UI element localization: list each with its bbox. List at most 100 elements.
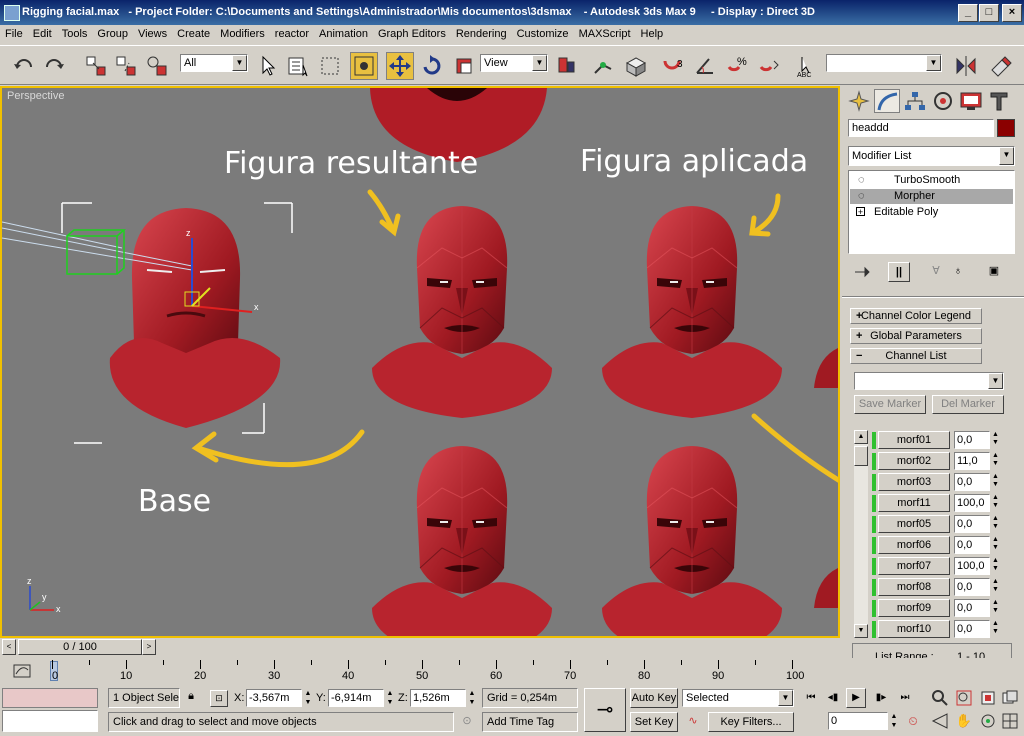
arc-rotate-icon[interactable] (978, 712, 998, 730)
unlink-selection-icon[interactable] (112, 52, 140, 80)
maxscript-listener-output[interactable] (2, 710, 98, 732)
set-key-icon[interactable]: ⊸ (584, 688, 626, 732)
select-and-scale-icon[interactable] (450, 52, 478, 80)
minimize-button[interactable]: _ (958, 4, 978, 22)
channel-button[interactable]: morf05 (878, 515, 950, 533)
channel-spinner-icon[interactable]: ▲ ▼ (991, 557, 1000, 575)
maxscript-listener-mini[interactable] (2, 688, 98, 708)
channel-spinner-icon[interactable]: ▲ ▼ (991, 452, 1000, 470)
mirror-icon[interactable] (952, 52, 980, 80)
select-and-move-icon[interactable] (386, 52, 414, 80)
save-marker-button[interactable]: Save Marker (854, 395, 926, 414)
next-frame-icon[interactable]: ▮▸ (872, 689, 890, 707)
scroll-thumb[interactable] (854, 446, 868, 466)
channel-value-field[interactable]: 0,0 (954, 578, 990, 596)
hierarchy-tab-icon[interactable] (902, 89, 928, 113)
angle-snap-toggle-icon[interactable] (692, 52, 720, 80)
spinner-snap-toggle-icon[interactable] (756, 52, 784, 80)
expand-plus-icon[interactable]: + (856, 207, 865, 217)
motion-tab-icon[interactable] (930, 89, 956, 113)
channel-spinner-icon[interactable]: ▲ ▼ (991, 599, 1000, 617)
menu-edit[interactable]: Edit (28, 25, 57, 40)
show-end-result-icon[interactable]: || (888, 262, 910, 282)
rollout-channel-color-legend[interactable]: + Channel Color Legend (850, 308, 982, 324)
zoom-extents-all-icon[interactable] (1000, 689, 1020, 707)
zoom-all-icon[interactable] (954, 689, 974, 707)
select-by-name-icon[interactable] (284, 52, 312, 80)
track-bar[interactable]: 0 10 20 30 40 50 60 70 80 90 100 (0, 658, 1024, 684)
scroll-down-icon[interactable]: ▼ (854, 624, 868, 638)
pin-stack-icon[interactable] (852, 262, 872, 282)
undo-icon[interactable] (10, 52, 38, 80)
absolute-mode-icon[interactable]: ⊡ (210, 690, 228, 707)
key-filters-button[interactable]: Key Filters... (708, 712, 794, 732)
maximize-button[interactable]: □ (979, 4, 999, 22)
go-to-start-icon[interactable]: ⏮ (802, 689, 820, 707)
play-icon[interactable]: ▶ (846, 688, 866, 708)
make-unique-icon[interactable]: ∀ (926, 262, 946, 282)
set-key-button[interactable]: Set Key (630, 712, 678, 732)
modify-tab-icon[interactable] (874, 89, 900, 113)
menu-reactor[interactable]: reactor (270, 25, 314, 40)
keyboard-shortcut-override-icon[interactable] (622, 52, 650, 80)
time-slider-prev-icon[interactable]: < (2, 639, 16, 655)
selection-filter-dropdown[interactable]: All ▼ (180, 54, 248, 72)
channel-button[interactable]: morf11 (878, 494, 950, 512)
channel-button[interactable]: morf01 (878, 431, 950, 449)
scroll-up-icon[interactable]: ▲ (854, 430, 868, 444)
channel-value-field[interactable]: 0,0 (954, 431, 990, 449)
add-time-tag-button[interactable]: Add Time Tag (482, 712, 578, 732)
default-tangent-icon[interactable]: ∿ (682, 712, 704, 732)
channel-spinner-icon[interactable]: ▲ ▼ (991, 620, 1000, 638)
zoom-extents-icon[interactable] (978, 689, 998, 707)
create-tab-icon[interactable] (846, 89, 872, 113)
pan-hand-icon[interactable]: ✋ (954, 712, 974, 730)
channel-value-field[interactable]: 0,0 (954, 599, 990, 617)
rollout-global-parameters[interactable]: + Global Parameters (850, 328, 982, 344)
channel-spinner-icon[interactable]: ▲ ▼ (991, 494, 1000, 512)
modifier-list-dropdown[interactable]: Modifier List ▼ (848, 146, 1015, 166)
utilities-tab-icon[interactable] (986, 89, 1012, 113)
close-button[interactable]: × (1002, 4, 1022, 22)
channel-value-field[interactable]: 0,0 (954, 620, 990, 638)
time-configuration-icon[interactable]: ⏲ (904, 712, 922, 730)
edit-named-selection-icon[interactable]: ABC (794, 52, 822, 80)
time-slider-next-icon[interactable]: > (142, 639, 156, 655)
object-name-field[interactable]: headdd (848, 119, 994, 137)
snaps-toggle-icon[interactable]: 3 (660, 52, 688, 80)
menu-views[interactable]: Views (133, 25, 172, 40)
menu-modifiers[interactable]: Modifiers (215, 25, 270, 40)
current-frame-field[interactable]: 0 (828, 712, 888, 730)
y-spinner-icon[interactable]: ▲ ▼ (385, 689, 395, 707)
configure-modifier-sets-icon[interactable]: ▣ (984, 262, 1004, 282)
window-crossing-icon[interactable] (350, 52, 378, 80)
object-color-swatch[interactable] (997, 119, 1015, 137)
lightbulb-icon[interactable]: ◌ (858, 174, 865, 186)
stack-item-turbosmooth[interactable]: ◌ TurboSmooth (850, 173, 1013, 188)
channel-value-field[interactable]: 0,0 (954, 515, 990, 533)
menu-customize[interactable]: Customize (512, 25, 574, 40)
zoom-icon[interactable] (930, 689, 950, 707)
channel-button[interactable]: morf09 (878, 599, 950, 617)
menu-file[interactable]: File (0, 25, 28, 40)
x-coordinate-field[interactable]: -3,567m (246, 689, 302, 707)
channel-value-field[interactable]: 11,0 (954, 452, 990, 470)
menu-tools[interactable]: Tools (57, 25, 93, 40)
select-object-icon[interactable] (254, 52, 282, 80)
named-selection-dropdown[interactable]: ▼ (826, 54, 942, 72)
remove-modifier-icon[interactable]: ♁ (948, 262, 968, 282)
field-of-view-icon[interactable] (930, 712, 950, 730)
channel-value-field[interactable]: 100,0 (954, 557, 990, 575)
select-and-manipulate-icon[interactable] (590, 52, 618, 80)
z-spinner-icon[interactable]: ▲ ▼ (467, 689, 477, 707)
channel-scrollbar[interactable]: ▲ ▼ (854, 430, 868, 638)
x-spinner-icon[interactable]: ▲ ▼ (303, 689, 313, 707)
menu-rendering[interactable]: Rendering (451, 25, 512, 40)
channel-spinner-icon[interactable]: ▲ ▼ (991, 431, 1000, 449)
rectangular-selection-icon[interactable] (316, 52, 344, 80)
select-and-rotate-icon[interactable] (418, 52, 446, 80)
menu-animation[interactable]: Animation (314, 25, 373, 40)
menu-graph-editors[interactable]: Graph Editors (373, 25, 451, 40)
y-coordinate-field[interactable]: -6,914m (328, 689, 384, 707)
del-marker-button[interactable]: Del Marker (932, 395, 1004, 414)
